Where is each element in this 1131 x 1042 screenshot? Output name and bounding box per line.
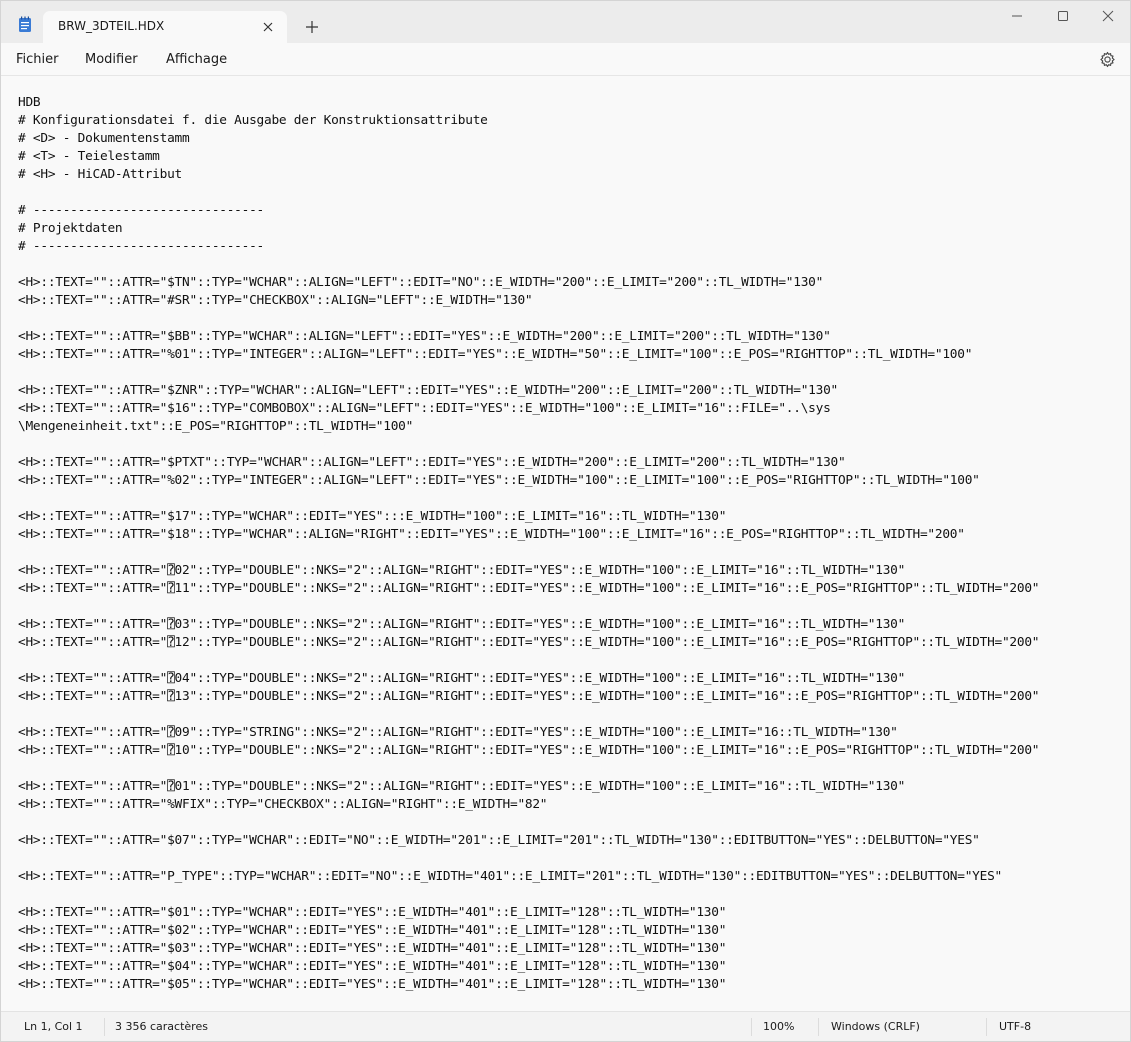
text-line: <H>::TEXT=""::ATTR="#SR"::TYP="CHECKBOX"… (18, 293, 533, 308)
text-line: <H>::TEXT=""::ATTR="$17"::TYP="WCHAR"::E… (18, 509, 727, 524)
text-line: <H>::TEXT=""::ATTR="⍰12"::TYP="DOUBLE"::… (18, 635, 1040, 650)
text-line: # Konfigurationsdatei f. die Ausgabe der… (18, 113, 488, 128)
notepad-window: BRW_3DTEIL.HDX Fichier Modifier Affichag… (0, 0, 1131, 1042)
text-line: # <H> - HiCAD-Attribut (18, 167, 182, 182)
text-line: <H>::TEXT=""::ATTR="$05"::TYP="WCHAR"::E… (18, 977, 727, 992)
text-content[interactable]: HDB # Konfigurationsdatei f. die Ausgabe … (18, 94, 1126, 994)
menu-file[interactable]: Fichier (16, 52, 59, 67)
text-line (18, 436, 1126, 454)
minimize-icon (1012, 15, 1022, 17)
status-separator (104, 1018, 105, 1036)
text-line: <H>::TEXT=""::ATTR="$ZNR"::TYP="WCHAR"::… (18, 383, 838, 398)
menu-bar: Fichier Modifier Affichage (1, 43, 1130, 76)
text-line: # <T> - Teielestamm (18, 149, 160, 164)
minimize-button[interactable] (994, 1, 1040, 31)
text-line: <H>::TEXT=""::ATTR="$01"::TYP="WCHAR"::E… (18, 905, 727, 920)
text-line: <H>::TEXT=""::ATTR="⍰13"::TYP="DOUBLE"::… (18, 689, 1040, 704)
text-line: <H>::TEXT=""::ATTR="$18"::TYP="WCHAR"::A… (18, 527, 965, 542)
text-line: # ------------------------------- (18, 203, 264, 218)
zoom-level[interactable]: 100% (763, 1020, 794, 1033)
text-line: <H>::TEXT=""::ATTR="⍰01"::TYP="DOUBLE"::… (18, 779, 906, 794)
text-line (18, 490, 1126, 508)
text-line: <H>::TEXT=""::ATTR="$BB"::TYP="WCHAR"::A… (18, 329, 831, 344)
text-line: <H>::TEXT=""::ATTR="⍰10"::TYP="DOUBLE"::… (18, 743, 1040, 758)
text-line: <H>::TEXT=""::ATTR="$04"::TYP="WCHAR"::E… (18, 959, 727, 974)
status-bar: Ln 1, Col 1 3 356 caractères 100% Window… (1, 1011, 1130, 1041)
text-line (18, 652, 1126, 670)
text-line: <H>::TEXT=""::ATTR="$PTXT"::TYP="WCHAR":… (18, 455, 846, 470)
text-editor[interactable]: HDB # Konfigurationsdatei f. die Ausgabe … (1, 76, 1130, 1011)
cursor-position[interactable]: Ln 1, Col 1 (24, 1020, 83, 1033)
text-line: \Mengeneinheit.txt"::E_POS="RIGHTTOP"::T… (18, 419, 414, 434)
status-separator (818, 1018, 819, 1036)
text-line: # <D> - Dokumentenstamm (18, 131, 190, 146)
text-line (18, 598, 1126, 616)
text-line: <H>::TEXT=""::ATTR="$TN"::TYP="WCHAR"::A… (18, 275, 824, 290)
text-line: <H>::TEXT=""::ATTR="⍰11"::TYP="DOUBLE"::… (18, 581, 1040, 596)
text-line (18, 886, 1126, 904)
window-close-button[interactable] (1085, 1, 1130, 31)
text-line: <H>::TEXT=""::ATTR="$03"::TYP="WCHAR"::E… (18, 941, 727, 956)
maximize-icon (1058, 11, 1068, 21)
gear-icon[interactable] (1099, 51, 1116, 68)
text-line: <H>::TEXT=""::ATTR="%01"::TYP="INTEGER":… (18, 347, 973, 362)
notepad-icon (18, 16, 32, 33)
text-line: <H>::TEXT=""::ATTR="$02"::TYP="WCHAR"::E… (18, 923, 727, 938)
status-separator (751, 1018, 752, 1036)
title-bar[interactable]: BRW_3DTEIL.HDX (1, 1, 1130, 43)
text-line: <H>::TEXT=""::ATTR="P_TYPE"::TYP="WCHAR"… (18, 869, 1002, 884)
line-ending[interactable]: Windows (CRLF) (831, 1020, 920, 1033)
text-line: <H>::TEXT=""::ATTR="⍰09"::TYP="STRING"::… (18, 725, 898, 740)
text-line (18, 364, 1126, 382)
tab-title: BRW_3DTEIL.HDX (58, 19, 165, 33)
text-line: <H>::TEXT=""::ATTR="⍰02"::TYP="DOUBLE"::… (18, 563, 906, 578)
text-line (18, 256, 1126, 274)
maximize-button[interactable] (1040, 1, 1086, 31)
menu-view[interactable]: Affichage (166, 52, 227, 67)
text-line: # ------------------------------- (18, 239, 264, 254)
text-line (18, 814, 1126, 832)
text-line: <H>::TEXT=""::ATTR="%WFIX"::TYP="CHECKBO… (18, 797, 548, 812)
text-line: HDB (18, 95, 41, 110)
text-line: <H>::TEXT=""::ATTR="⍰03"::TYP="DOUBLE"::… (18, 617, 906, 632)
tab-file[interactable]: BRW_3DTEIL.HDX (43, 11, 287, 43)
status-separator (986, 1018, 987, 1036)
menu-edit[interactable]: Modifier (85, 52, 138, 67)
text-line (18, 310, 1126, 328)
text-line (18, 544, 1126, 562)
text-line (18, 184, 1126, 202)
text-line (18, 706, 1126, 724)
close-icon[interactable] (261, 19, 275, 33)
text-line: <H>::TEXT=""::ATTR="$16"::TYP="COMBOBOX"… (18, 401, 831, 416)
text-line: <H>::TEXT=""::ATTR="$07"::TYP="WCHAR"::E… (18, 833, 980, 848)
encoding[interactable]: UTF-8 (999, 1020, 1031, 1033)
text-line (18, 850, 1126, 868)
close-icon (1102, 10, 1114, 22)
text-line: # Projektdaten (18, 221, 123, 236)
plus-icon[interactable] (303, 18, 321, 36)
text-line: <H>::TEXT=""::ATTR="⍰04"::TYP="DOUBLE"::… (18, 671, 906, 686)
text-line (18, 760, 1126, 778)
text-line: <H>::TEXT=""::ATTR="%02"::TYP="INTEGER":… (18, 473, 980, 488)
character-count: 3 356 caractères (115, 1020, 208, 1033)
